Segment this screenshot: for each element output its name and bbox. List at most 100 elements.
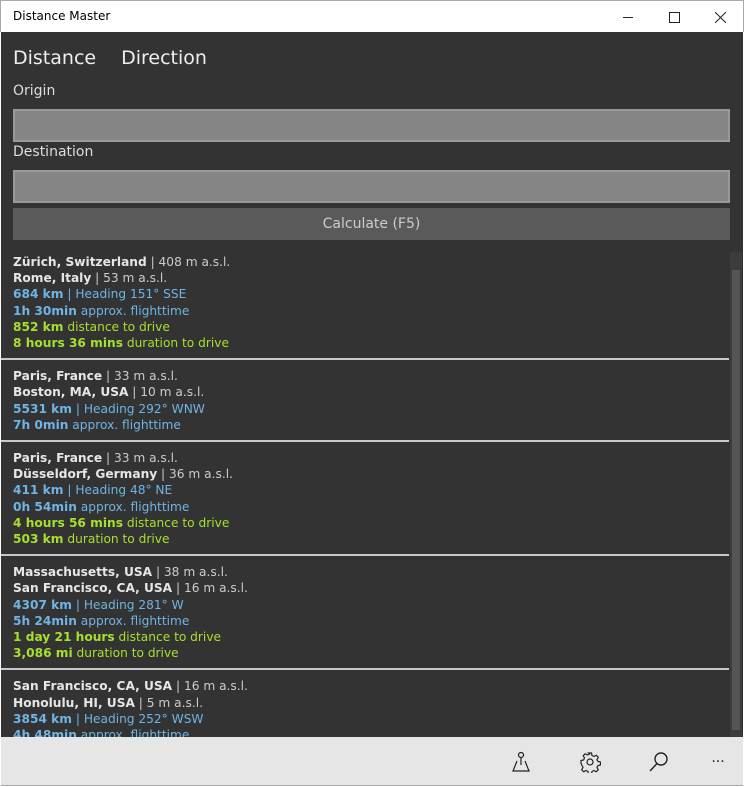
flighttime-line: 1h 30min approx. flighttime: [13, 303, 717, 319]
flighttime-line-detail: approx. flighttime: [76, 613, 190, 628]
origin-line-value: Paris, France: [13, 451, 103, 466]
destination-line-value: Boston, MA, USA: [13, 385, 129, 400]
drive-duration-line: 8 hours 36 mins duration to drive: [13, 335, 717, 351]
origin-line-value: Paris, France: [13, 369, 103, 384]
results-list: Zürich, Switzerland | 408 m a.s.l. Rome, …: [1, 252, 729, 737]
origin-label: Origin: [13, 83, 56, 99]
result-entry[interactable]: Zürich, Switzerland | 408 m a.s.l. Rome, …: [1, 252, 729, 361]
distance-line-detail: | Heading 151° SSE: [63, 287, 187, 302]
drive-duration-line-value: 503 km: [13, 532, 64, 547]
distance-line-detail: | Heading 281° W: [71, 597, 184, 612]
drive-duration-line: 3,086 mi duration to drive: [13, 645, 717, 661]
distance-line-value: 411 km: [13, 483, 64, 498]
app-bar: ···: [1, 737, 743, 786]
flighttime-line-value: 7h 0min: [13, 417, 69, 432]
destination-line-value: Rome, Italy: [13, 271, 92, 286]
distance-line-value: 684 km: [13, 287, 64, 302]
origin-line: San Francisco, CA, USA | 16 m a.s.l.: [13, 678, 717, 694]
distance-line-detail: | Heading 292° WNW: [71, 401, 205, 416]
destination-line-detail: | 36 m a.s.l.: [157, 467, 233, 482]
destination-line-value: San Francisco, CA, USA: [13, 581, 173, 596]
destination-line: San Francisco, CA, USA | 16 m a.s.l.: [13, 580, 717, 596]
destination-line-value: Düsseldorf, Germany: [13, 467, 158, 482]
window-title: Distance Master: [13, 9, 111, 23]
search-icon[interactable]: [639, 745, 679, 779]
scrollbar-thumb[interactable]: [732, 270, 740, 730]
destination-line-detail: | 5 m a.s.l.: [134, 695, 203, 710]
drive-distance-line-detail: distance to drive: [63, 319, 170, 334]
close-button[interactable]: [697, 1, 743, 33]
destination-line-value: Honolulu, HI, USA: [13, 695, 135, 710]
origin-line: Massachusetts, USA | 38 m a.s.l.: [13, 564, 717, 580]
flighttime-line: 4h 48min approx. flighttime: [13, 727, 717, 737]
origin-line-detail: | 33 m a.s.l.: [102, 451, 178, 466]
drive-duration-line-detail: duration to drive: [72, 646, 179, 661]
drive-distance-line-detail: distance to drive: [114, 630, 222, 645]
gear-icon[interactable]: [570, 745, 610, 779]
distance-line-value: 3854 km: [13, 711, 72, 726]
destination-line: Düsseldorf, Germany | 36 m a.s.l.: [13, 466, 717, 482]
flighttime-line-value: 4h 48min: [13, 728, 77, 737]
tab-distance[interactable]: Distance: [13, 47, 96, 69]
minimize-button[interactable]: [605, 1, 651, 33]
destination-input[interactable]: [13, 170, 730, 203]
result-entry[interactable]: Paris, France | 33 m a.s.l. Düsseldorf, G…: [1, 448, 729, 557]
scrollbar[interactable]: [730, 252, 742, 737]
destination-line: Rome, Italy | 53 m a.s.l.: [13, 270, 717, 286]
origin-line-detail: | 38 m a.s.l.: [152, 565, 228, 580]
drive-distance-line-value: 852 km: [13, 319, 64, 334]
maximize-button[interactable]: [651, 1, 697, 33]
origin-line-value: Massachusetts, USA: [13, 565, 153, 580]
distance-line-detail: | Heading 48° NE: [63, 483, 173, 498]
flighttime-line-detail: approx. flighttime: [76, 728, 190, 737]
distance-line-detail: | Heading 252° WSW: [71, 711, 204, 726]
distance-line: 411 km | Heading 48° NE: [13, 482, 717, 498]
origin-line-detail: | 408 m a.s.l.: [146, 255, 231, 269]
origin-line: Paris, France | 33 m a.s.l.: [13, 368, 717, 384]
origin-line-detail: | 16 m a.s.l.: [172, 679, 248, 694]
drive-distance-line-value: 1 day 21 hours: [13, 630, 115, 645]
drive-distance-line-detail: distance to drive: [122, 515, 230, 530]
destination-label: Destination: [13, 144, 94, 160]
destination-line-detail: | 53 m a.s.l.: [91, 271, 168, 286]
origin-input[interactable]: [13, 109, 730, 142]
main-panel: Distance Direction Origin Destination Ca…: [1, 32, 743, 737]
drive-distance-line-value: 4 hours 56 mins: [13, 515, 123, 530]
flighttime-line-value: 5h 24min: [13, 613, 77, 628]
drive-distance-line: 1 day 21 hours distance to drive: [13, 629, 717, 645]
drive-duration-line-value: 8 hours 36 mins: [13, 336, 123, 351]
flighttime-line-detail: approx. flighttime: [76, 303, 190, 318]
flighttime-line-detail: approx. flighttime: [76, 499, 190, 514]
distance-line-value: 5531 km: [13, 401, 72, 416]
flighttime-line-detail: approx. flighttime: [68, 417, 181, 432]
origin-line: Paris, France | 33 m a.s.l.: [13, 450, 717, 466]
drive-distance-line: 852 km distance to drive: [13, 319, 717, 335]
more-icon[interactable]: ···: [698, 745, 738, 779]
drive-duration-line: 503 km duration to drive: [13, 531, 717, 547]
drive-duration-line-detail: duration to drive: [63, 532, 170, 547]
result-entry[interactable]: Massachusetts, USA | 38 m a.s.l. San Fran…: [1, 562, 729, 671]
destination-line: Boston, MA, USA | 10 m a.s.l.: [13, 384, 717, 400]
distance-line-value: 4307 km: [13, 597, 72, 612]
result-entry[interactable]: Paris, France | 33 m a.s.l. Boston, MA, U…: [1, 366, 729, 443]
origin-line-value: Zürich, Switzerland: [13, 255, 147, 269]
destination-line: Honolulu, HI, USA | 5 m a.s.l.: [13, 695, 717, 711]
destination-line-detail: | 16 m a.s.l.: [172, 581, 248, 596]
flighttime-line-value: 1h 30min: [13, 303, 77, 318]
distance-line: 3854 km | Heading 252° WSW: [13, 711, 717, 727]
tab-direction[interactable]: Direction: [121, 47, 207, 69]
drive-distance-line: 4 hours 56 mins distance to drive: [13, 515, 717, 531]
map-pin-icon[interactable]: [501, 745, 541, 779]
distance-line: 4307 km | Heading 281° W: [13, 597, 717, 613]
origin-line-value: San Francisco, CA, USA: [13, 679, 173, 694]
distance-line: 684 km | Heading 151° SSE: [13, 286, 717, 302]
flighttime-line: 7h 0min approx. flighttime: [13, 417, 717, 433]
result-entry[interactable]: San Francisco, CA, USA | 16 m a.s.l. Hono…: [1, 676, 729, 737]
origin-line-detail: | 33 m a.s.l.: [102, 369, 178, 384]
destination-line-detail: | 10 m a.s.l.: [128, 385, 205, 400]
tab-bar: Distance Direction: [13, 47, 207, 69]
title-bar: Distance Master: [0, 0, 744, 32]
drive-duration-line-value: 3,086 mi: [13, 646, 73, 661]
distance-line: 5531 km | Heading 292° WNW: [13, 401, 717, 417]
calculate-button[interactable]: Calculate (F5): [13, 208, 730, 240]
